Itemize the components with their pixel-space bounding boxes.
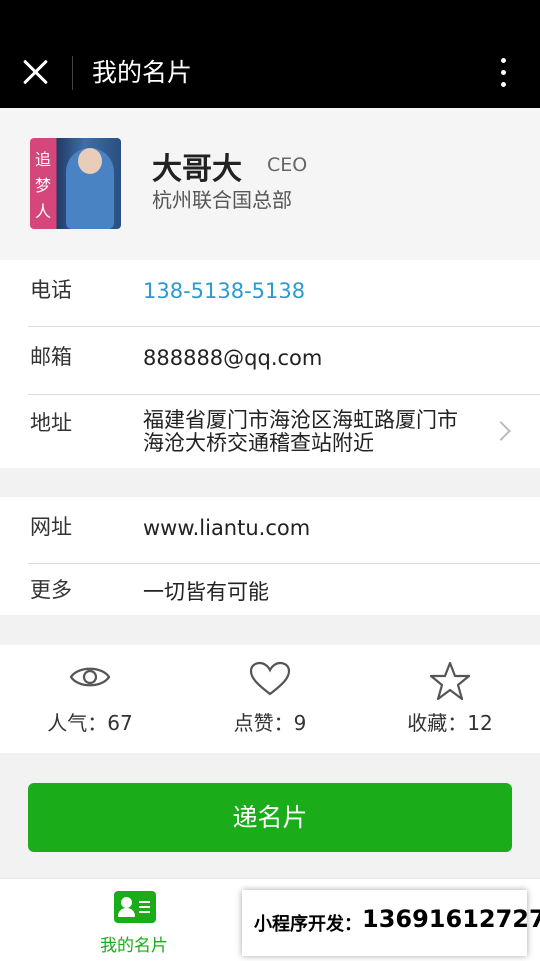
heart-icon[interactable] (249, 661, 291, 697)
tab-my-card[interactable]: 我的名片 (84, 891, 184, 957)
phone-label: 电话 (30, 278, 72, 302)
star-icon[interactable] (429, 661, 471, 701)
close-icon[interactable] (18, 54, 54, 90)
email-label: 邮箱 (30, 345, 72, 369)
promo-banner: 小程序开发： 13691612727 (242, 890, 540, 956)
page-title: 我的名片 (92, 58, 193, 87)
info-row-address[interactable]: 地址 福建省厦门市海沧区海虹路厦门市 海沧大桥交通稽查站附近 (0, 395, 540, 468)
avatar-face (78, 148, 102, 174)
contact-info-list: 电话 138-5138-5138 邮箱 888888@qq.com 地址 福建省… (0, 260, 540, 468)
like-count: 点赞：9 (233, 711, 307, 735)
stat-like[interactable]: 点赞：9 (180, 645, 360, 753)
more-label: 更多 (30, 578, 72, 602)
send-card-button[interactable]: 递名片 (28, 783, 512, 852)
website-label: 网址 (30, 515, 72, 539)
stat-popularity: 人气：67 (0, 645, 180, 753)
address-line-1: 福建省厦门市海沧区海虹路厦门市 (143, 408, 458, 432)
card-job-title: CEO (267, 154, 308, 176)
info-row-more: 更多 一切皆有可能 (0, 564, 540, 615)
eye-icon (69, 667, 111, 687)
promo-label: 小程序开发： (254, 914, 362, 935)
extra-info-list: 网址 www.liantu.com 更多 一切皆有可能 (0, 497, 540, 615)
avatar-char-2: 梦 (35, 176, 52, 195)
top-bar: 我的名片 (0, 0, 540, 108)
address-label: 地址 (30, 411, 72, 435)
email-value[interactable]: 888888@qq.com (143, 346, 322, 370)
stats-bar: 人气：67 点赞：9 收藏：12 (0, 645, 540, 753)
info-row-email[interactable]: 邮箱 888888@qq.com (0, 327, 540, 395)
card-company: 杭州联合国总部 (152, 188, 292, 212)
more-options-icon[interactable] (490, 56, 516, 90)
topbar-divider (72, 56, 73, 90)
info-row-website[interactable]: 网址 www.liantu.com (0, 497, 540, 564)
address-value[interactable]: 福建省厦门市海沧区海虹路厦门市 海沧大桥交通稽查站附近 (143, 409, 458, 455)
stat-favorite[interactable]: 收藏：12 (360, 645, 540, 753)
avatar-caption: 追 梦 人 (30, 138, 56, 229)
avatar[interactable]: 追 梦 人 (30, 138, 121, 229)
phone-value[interactable]: 138-5138-5138 (143, 279, 305, 303)
favorite-count: 收藏：12 (407, 711, 493, 735)
popularity-count: 人气：67 (47, 711, 133, 735)
website-value[interactable]: www.liantu.com (143, 516, 310, 540)
contact-card-icon (114, 891, 156, 923)
promo-phone: 13691612727 (362, 905, 540, 933)
more-value: 一切皆有可能 (143, 580, 269, 604)
tab-label: 我的名片 (100, 936, 168, 956)
avatar-char-1: 追 (35, 150, 52, 169)
card-name: 大哥大 (152, 152, 242, 187)
avatar-char-3: 人 (35, 202, 52, 221)
card-header: 追 梦 人 大哥大 CEO 杭州联合国总部 (0, 108, 540, 260)
info-row-phone[interactable]: 电话 138-5138-5138 (0, 260, 540, 327)
address-line-2: 海沧大桥交通稽查站附近 (143, 431, 374, 455)
chevron-right-icon (491, 421, 511, 441)
